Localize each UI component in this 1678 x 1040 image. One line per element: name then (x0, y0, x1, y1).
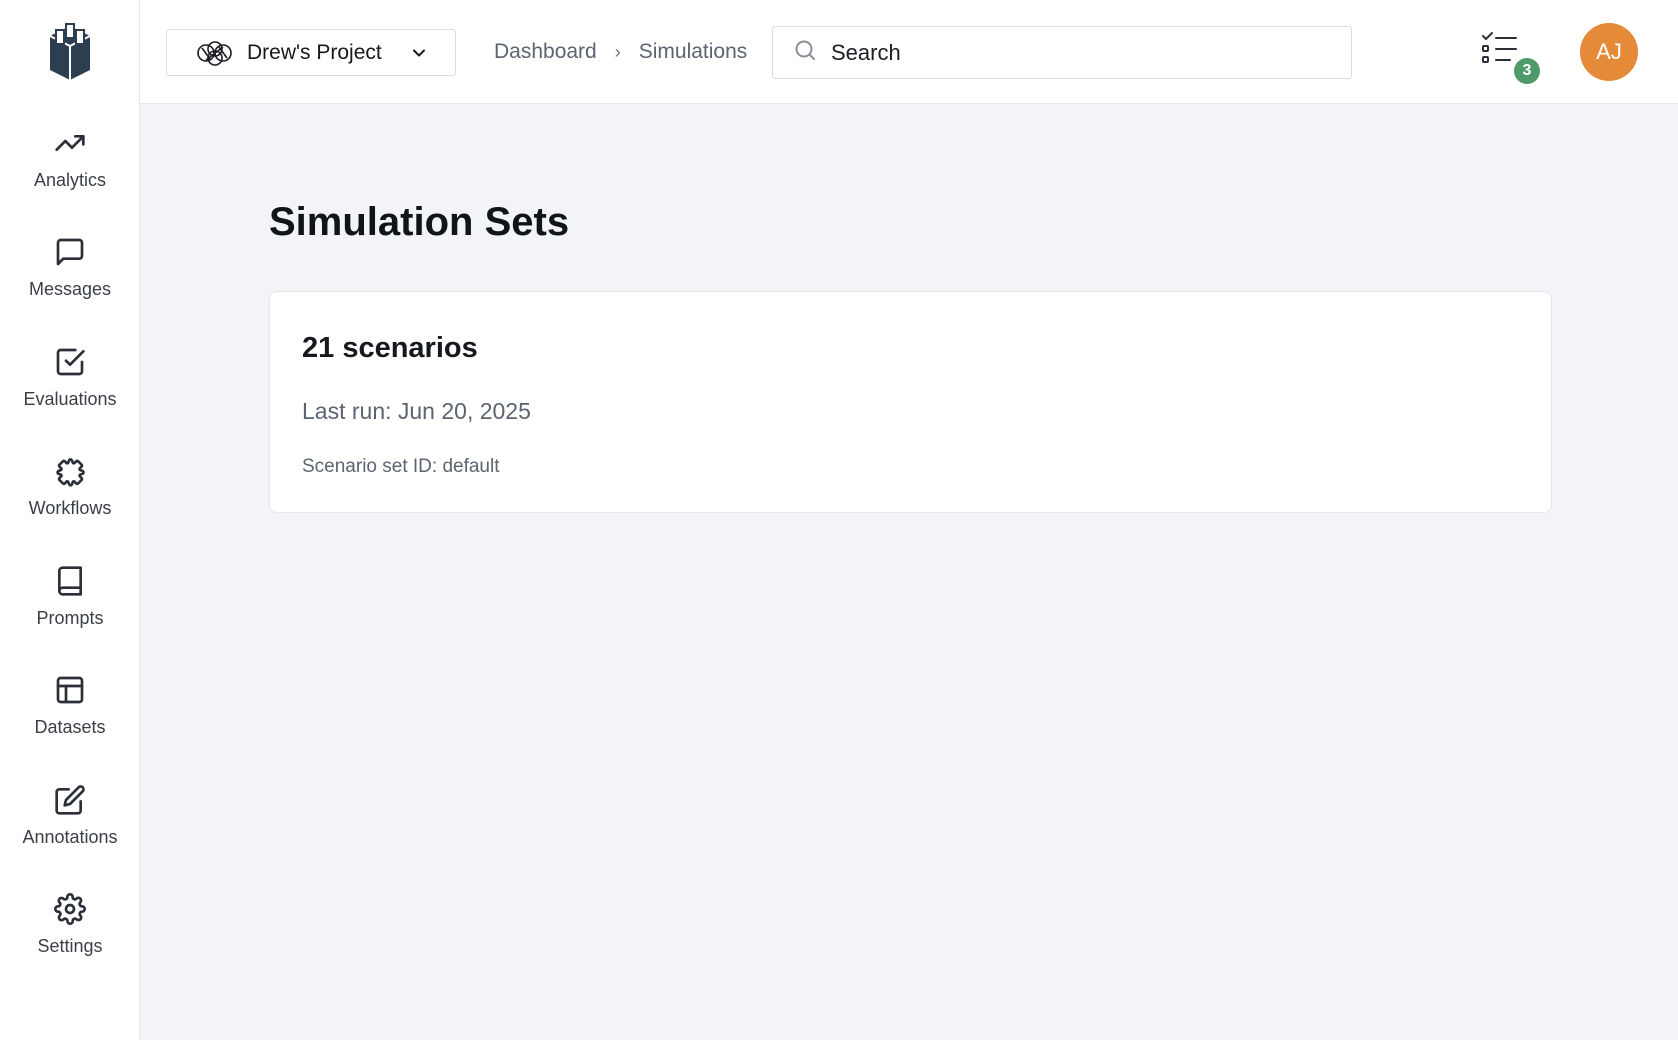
search-box[interactable] (772, 26, 1352, 79)
sidebar-item-label: Annotations (22, 827, 118, 847)
sidebar-item-workflows[interactable]: Workflows (0, 454, 140, 550)
sidebar-item-annotations[interactable]: Annotations (0, 783, 140, 879)
breadcrumb: Dashboard › Simulations (494, 40, 747, 64)
sidebar: Analytics Messages Evaluations Workflows… (0, 0, 140, 1040)
breadcrumb-simulations[interactable]: Simulations (639, 40, 748, 64)
sidebar-item-prompts[interactable]: Prompts (0, 564, 140, 660)
sidebar-item-datasets[interactable]: Datasets (0, 673, 140, 769)
tasks-count-badge: 3 (1514, 58, 1540, 84)
check-square-icon (53, 345, 87, 379)
sidebar-item-label: Prompts (36, 608, 104, 628)
edit-icon (53, 783, 87, 817)
search-icon (793, 38, 817, 67)
avatar[interactable]: AJ (1580, 23, 1638, 81)
sidebar-item-label: Evaluations (23, 389, 117, 409)
sidebar-item-label: Messages (28, 279, 112, 299)
sidebar-item-label: Settings (37, 936, 103, 956)
puzzle-icon (53, 454, 87, 488)
page-title: Simulation Sets (269, 200, 570, 244)
gear-icon (53, 892, 87, 926)
sidebar-item-label: Analytics (33, 170, 107, 190)
scenario-count: 21 scenarios (302, 332, 478, 364)
sidebar-item-settings[interactable]: Settings (0, 892, 140, 988)
book-icon (53, 564, 87, 598)
trending-up-icon (53, 126, 87, 160)
project-name: Drew's Project (247, 40, 382, 64)
sidebar-item-analytics[interactable]: Analytics (0, 126, 140, 222)
sidebar-item-evaluations[interactable]: Evaluations (0, 345, 140, 441)
project-selector[interactable]: Drew's Project (166, 29, 456, 76)
message-square-icon (53, 235, 87, 269)
sidebar-item-messages[interactable]: Messages (0, 235, 140, 331)
chevron-down-icon (409, 43, 429, 63)
tasks-button[interactable]: 3 (1480, 30, 1542, 86)
sidebar-item-label: Datasets (34, 717, 106, 737)
chevron-right-icon: › (614, 41, 621, 62)
avatar-initials: AJ (1596, 39, 1622, 64)
table-icon (53, 673, 87, 707)
search-input[interactable] (831, 39, 1331, 66)
sidebar-item-label: Workflows (28, 498, 112, 518)
last-run: Last run: Jun 20, 2025 (302, 398, 531, 424)
simulation-set-card[interactable]: 21 scenarios Last run: Jun 20, 2025 Scen… (269, 291, 1552, 513)
top-bar: Drew's Project Dashboard › Simulations 3 (140, 0, 1678, 104)
breadcrumb-dashboard[interactable]: Dashboard (494, 40, 597, 64)
logo[interactable] (44, 22, 96, 82)
scenario-set-id: Scenario set ID: default (302, 456, 500, 477)
openai-knot-icon (193, 38, 237, 68)
